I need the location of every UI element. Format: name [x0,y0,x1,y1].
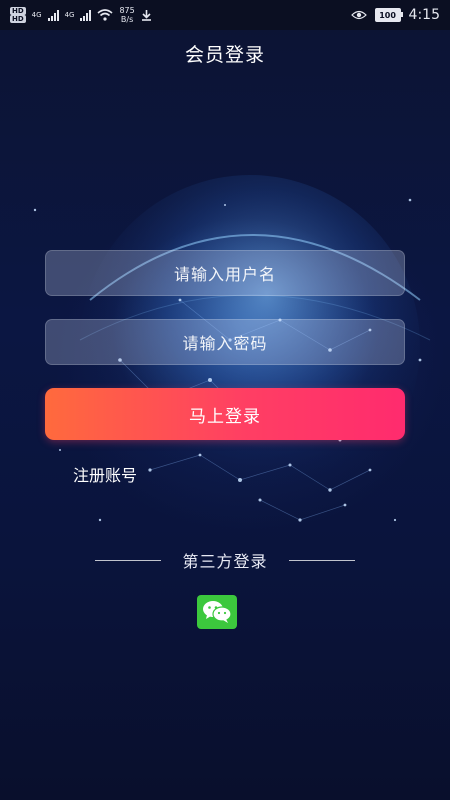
divider-line-right [288,559,355,561]
wechat-icon [203,601,232,623]
hd-indicator: HD HD [10,7,26,23]
network-rate: 875 B/s [119,6,134,24]
wifi-icon [97,9,113,21]
signal-icon-2 [80,9,92,21]
signal-icon-1 [47,9,59,21]
status-bar-left: HD HD 4G 4G 875 B/s [10,6,152,24]
username-input[interactable]: 请输入用户名 [45,250,405,296]
login-button-label: 马上登录 [189,406,261,427]
login-button[interactable]: 马上登录 [45,388,405,440]
password-input[interactable]: 请输入密码 [45,319,405,365]
eye-icon [350,10,367,20]
password-placeholder: 请输入密码 [182,334,268,353]
battery-icon: 100 [374,8,403,22]
page-title: 会员登录 [184,44,265,66]
register-link[interactable]: 注册账号 [73,462,137,486]
download-icon [141,10,151,21]
wechat-login-button[interactable] [197,595,237,629]
network-type-1: 4G [31,11,42,19]
network-type-2: 4G [64,11,75,19]
clock: 4:15 [408,7,440,23]
hd-badge-bottom: HD [10,15,26,23]
status-bar-right: 100 4:15 [350,7,440,23]
divider-line-left [95,559,161,561]
network-rate-value: 875 [119,6,135,15]
status-bar: HD HD 4G 4G 875 B/s 100 4:15 [0,0,450,30]
hd-badge-top: HD [10,7,26,15]
third-party-label: 第三方登录 [182,552,268,571]
network-rate-unit: B/s [120,15,134,24]
third-party-divider: 第三方登录 [95,548,355,572]
username-placeholder: 请输入用户名 [173,265,276,284]
